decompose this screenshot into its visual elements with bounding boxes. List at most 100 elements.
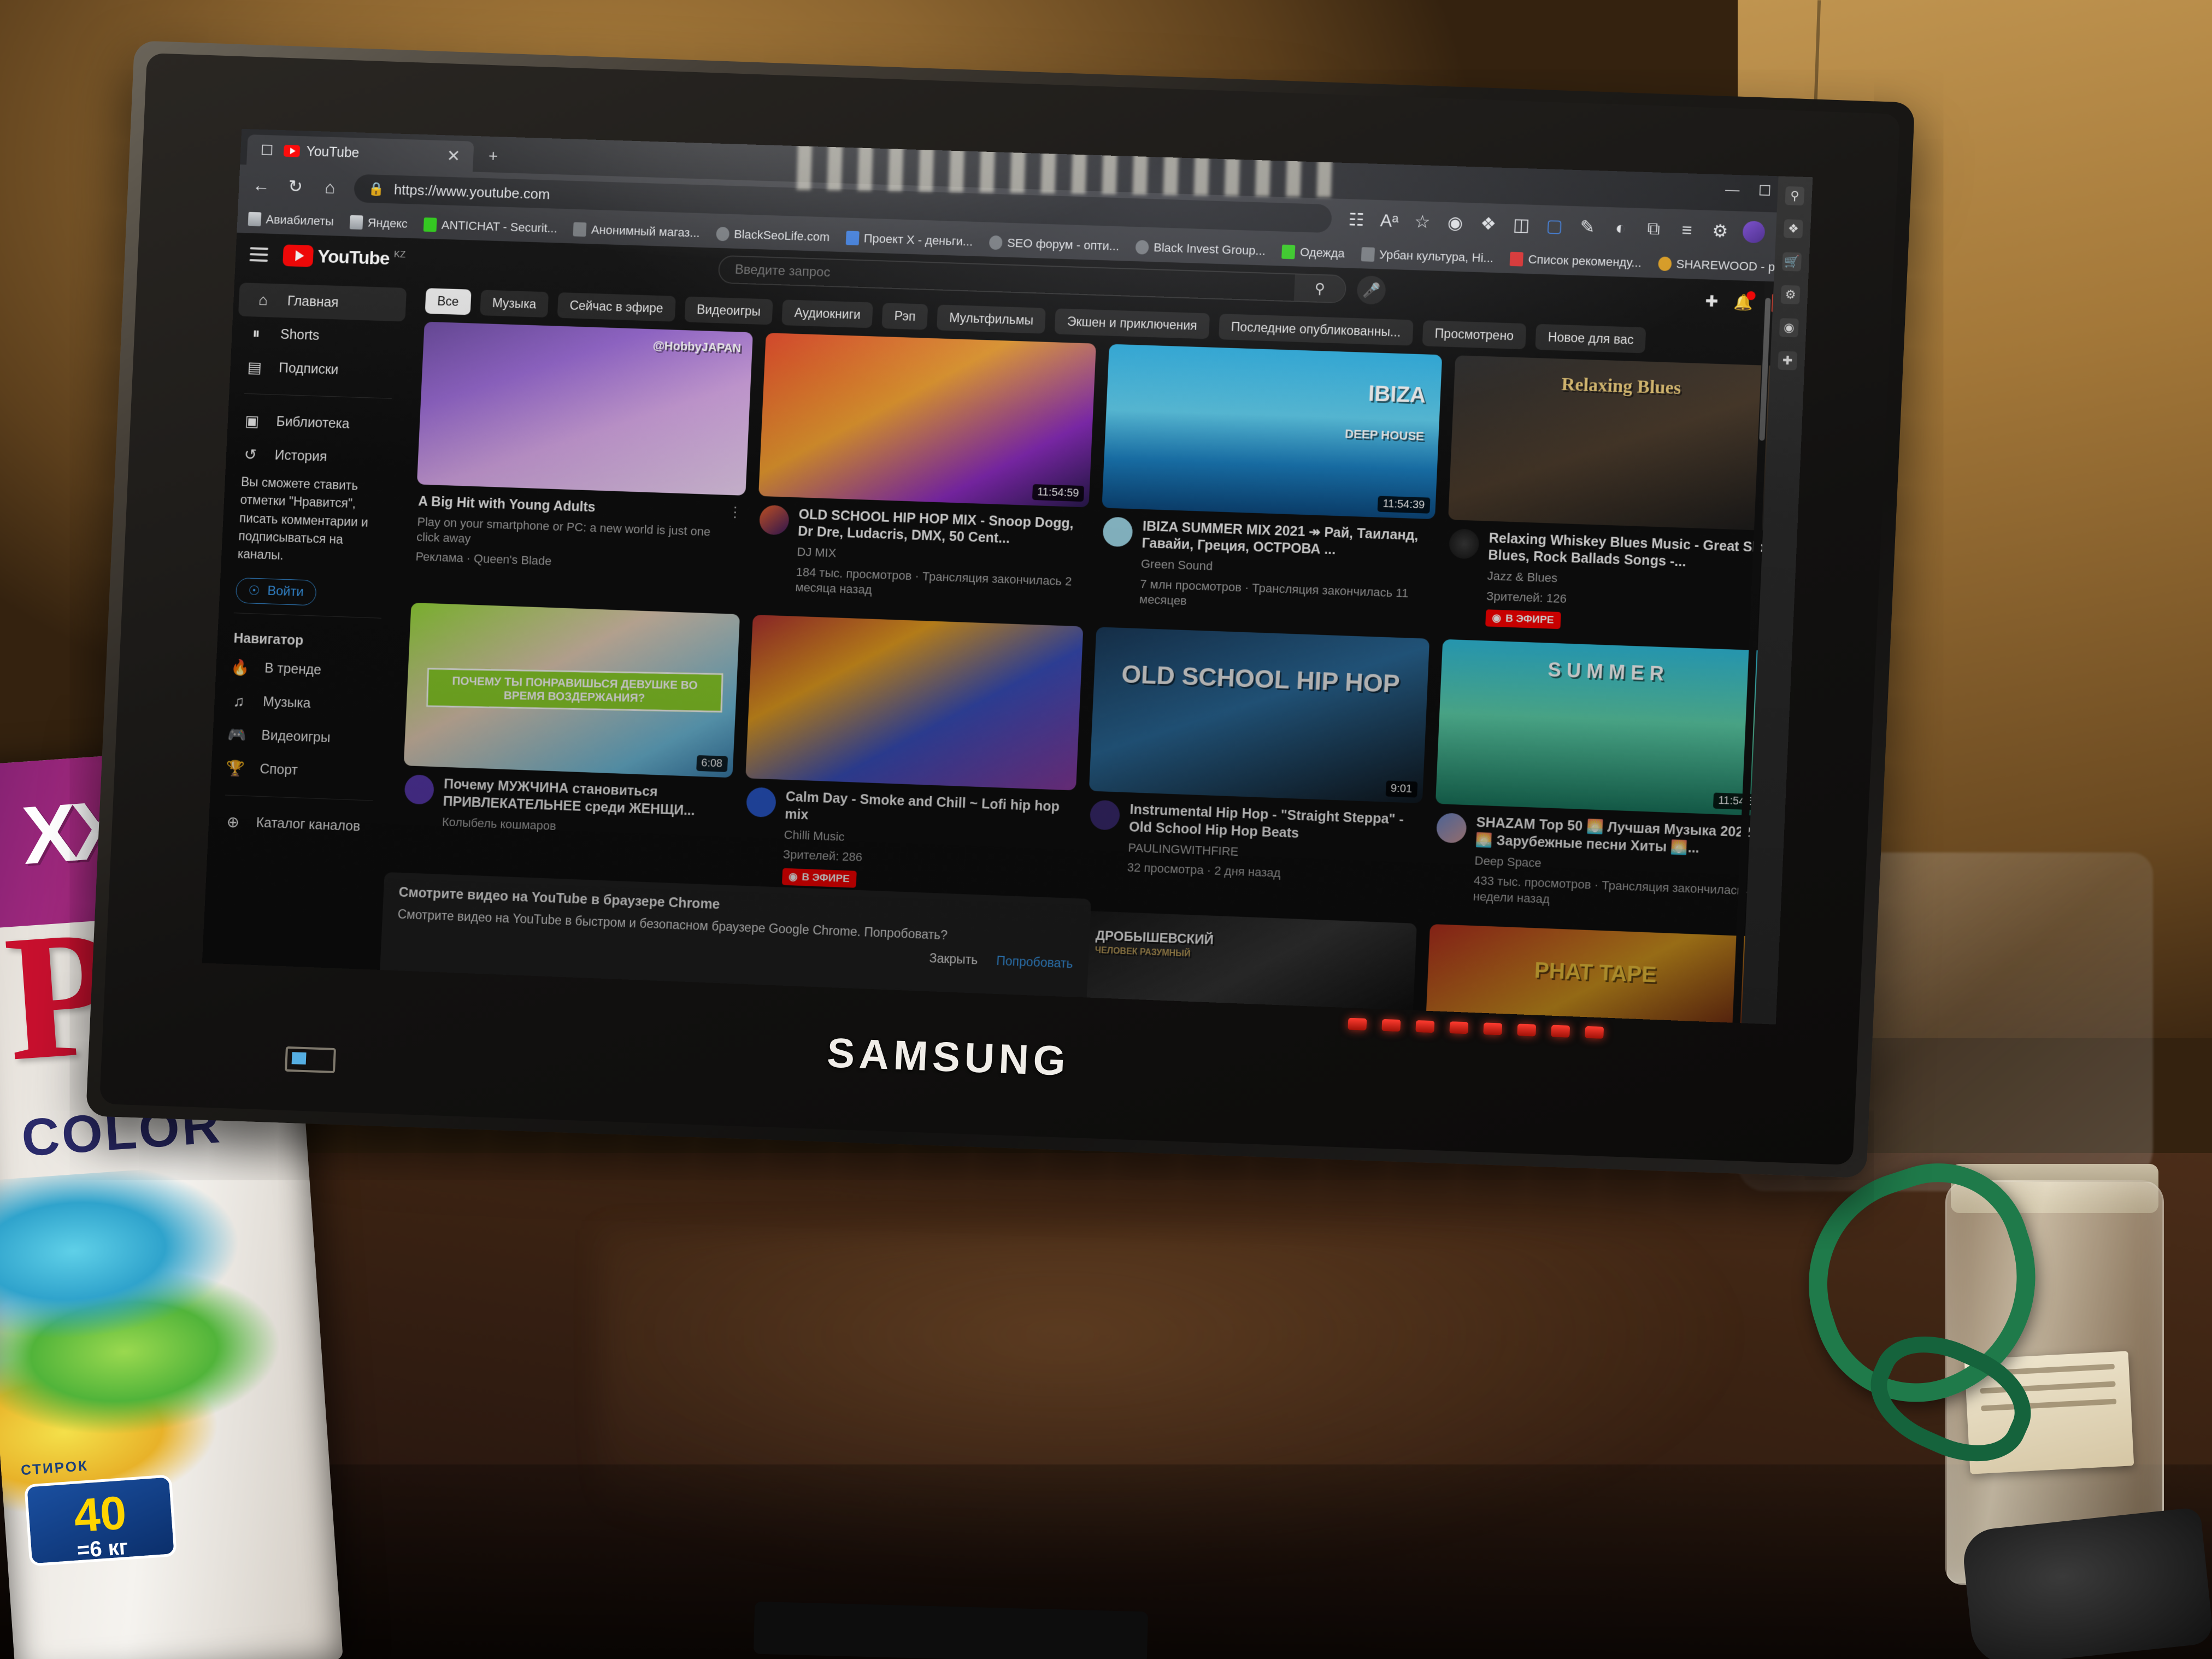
video-thumbnail[interactable]: OLD SCHOOL HIP HOP 9:01 <box>1089 627 1429 804</box>
channel-avatar[interactable] <box>1102 516 1133 547</box>
video-menu-icon[interactable]: ⋮ <box>725 503 743 575</box>
channel-avatar[interactable] <box>1089 799 1121 831</box>
window-maximize-button[interactable]: ☐ <box>1758 182 1772 199</box>
video-thumbnail[interactable]: PHAT TAPE <box>1425 923 1766 1025</box>
pen-icon[interactable]: ✎ <box>1576 216 1598 237</box>
history-icon[interactable]: ≡ <box>1676 219 1698 240</box>
window-minimize-button[interactable]: — <box>1725 181 1740 198</box>
chrome-extension-icon[interactable]: ◉ <box>1444 212 1466 233</box>
video-title[interactable]: Calm Day - Smoke and Chill ~ Lofi hip ho… <box>785 789 1073 833</box>
chip-all[interactable]: Все <box>425 287 472 315</box>
video-card[interactable]: 11:54:59 OLD SCHOOL HIP HOP MIX - Snoop … <box>754 332 1096 613</box>
bookmark-item[interactable]: BlackSeoLife.com <box>715 226 830 244</box>
channel-avatar[interactable] <box>404 774 435 805</box>
sidebar-tools-icon[interactable]: ⚙ <box>1780 285 1801 304</box>
sidebar-item-shorts[interactable]: ⏸ Shorts <box>231 316 410 355</box>
channel-avatar[interactable] <box>745 787 776 818</box>
sidebar-copilot-icon[interactable]: ❖ <box>1783 219 1803 239</box>
video-thumbnail[interactable]: SUMMER 11:54:58 <box>1435 639 1778 816</box>
new-tab-button[interactable]: + <box>483 147 504 166</box>
bookmark-item[interactable]: Одежда <box>1281 244 1345 261</box>
chip-live[interactable]: Сейчас в эфире <box>557 292 676 322</box>
bookmark-item[interactable]: Яндекс <box>349 215 408 231</box>
video-thumbnail[interactable]: ПОЧЕМУ ТЫ ПОНРАВИШЬСЯ ДЕВУШКЕ ВО ВРЕМЯ В… <box>403 603 740 778</box>
video-thumbnail[interactable] <box>745 615 1084 791</box>
sidebar-item-history[interactable]: ↺ История <box>226 437 405 476</box>
bookmark-favicon <box>989 235 1003 250</box>
chip-audiobooks[interactable]: Аудиокниги <box>781 299 873 328</box>
video-card[interactable]: SUMMER 11:54:58 SHAZAM Top 50 🌅 Лучшая М… <box>1431 639 1778 922</box>
bookmark-item[interactable]: ANTICHAT - Securit... <box>423 217 557 236</box>
chip-cartoons[interactable]: Мультфильмы <box>937 304 1046 334</box>
video-title[interactable]: OLD SCHOOL HIP HOP MIX - Snoop Dogg, Dr … <box>797 506 1086 550</box>
bookmark-item[interactable]: Проект X - деньги... <box>845 231 973 249</box>
video-card[interactable]: IBIZA DEEP HOUSE 11:54:39 IBIZA SUMMER M… <box>1097 344 1442 625</box>
split-screen-icon[interactable]: ◫ <box>1510 214 1532 236</box>
video-card[interactable]: PHAT TAPE <box>1425 923 1766 1025</box>
copilot-icon[interactable]: ❖ <box>1478 213 1499 234</box>
chip-new-to-you[interactable]: Новое для вас <box>1535 323 1646 354</box>
bookmark-item[interactable]: Урбан культура, Hi... <box>1361 247 1494 266</box>
chip-recently-uploaded[interactable]: Последние опубликованны... <box>1218 313 1414 346</box>
chip-rap[interactable]: Рэп <box>881 302 928 330</box>
read-aloud-icon[interactable]: Aᵃ <box>1378 210 1400 231</box>
promo-dismiss-button[interactable]: Закрыть <box>929 951 978 967</box>
bookmark-item[interactable]: Список рекоменду... <box>1509 251 1642 270</box>
chip-gaming[interactable]: Видеоигры <box>684 296 773 325</box>
chip-music[interactable]: Музыка <box>479 290 549 317</box>
sidebar-item-library[interactable]: ▣ Библиотека <box>227 403 407 443</box>
bookmark-item[interactable]: Авиабилеты <box>248 211 334 229</box>
video-card[interactable]: ПОЧЕМУ ТЫ ПОНРАВИШЬСЯ ДЕВУШКЕ ВО ВРЕМЯ В… <box>399 603 740 883</box>
sidebar-item-home[interactable]: ⌂ Главная <box>238 283 407 322</box>
sidebar-shopping-icon[interactable]: 🛒 <box>1782 252 1802 272</box>
channel-avatar[interactable] <box>758 504 790 536</box>
back-icon[interactable]: ← <box>250 175 272 196</box>
notifications-icon[interactable]: 🔔 <box>1733 291 1756 311</box>
signin-button[interactable]: ☉ Войти <box>235 577 317 606</box>
bookmark-item[interactable]: Анонимный магаз... <box>573 222 700 240</box>
sidebar-item-sports[interactable]: 🏆 Спорт <box>210 751 390 791</box>
video-title[interactable]: SHAZAM Top 50 🌅 Лучшая Музыка 2022 🌅 Зар… <box>1475 814 1768 860</box>
video-card[interactable]: OLD SCHOOL HIP HOP 9:01 Instrumental Hip… <box>1084 627 1429 909</box>
promo-accept-button[interactable]: Попробовать <box>996 954 1073 971</box>
video-card[interactable]: Calm Day - Smoke and Chill ~ Lofi hip ho… <box>740 615 1084 896</box>
video-title[interactable]: Relaxing Whiskey Blues Music - Great Slo… <box>1488 530 1780 574</box>
reload-icon[interactable]: ↻ <box>285 176 306 197</box>
channel-avatar[interactable] <box>1448 528 1480 559</box>
search-icon[interactable]: ⚲ <box>1294 274 1346 303</box>
sidebar-item-channel-catalog[interactable]: ⊕ Каталог каналов <box>208 804 387 845</box>
sidebar-games-icon[interactable]: ◉ <box>1779 318 1799 338</box>
video-thumbnail[interactable]: IBIZA DEEP HOUSE 11:54:39 <box>1102 344 1442 519</box>
microphone-icon[interactable]: 🎤 <box>1356 275 1387 305</box>
channel-avatar[interactable] <box>1436 813 1467 844</box>
sidebar-search-icon[interactable]: ⚲ <box>1785 186 1805 206</box>
profile-avatar[interactable] <box>1742 220 1766 244</box>
home-icon[interactable]: ⌂ <box>319 177 340 198</box>
favorites-icon[interactable]: ☆ <box>1411 211 1433 232</box>
video-card[interactable]: @HobbyJAPAN A Big Hit with Young Adults … <box>412 321 753 600</box>
video-title[interactable]: Instrumental Hip Hop - "Straight Steppa"… <box>1128 802 1419 846</box>
bookmark-item[interactable]: Black Invest Group... <box>1135 240 1266 258</box>
bookmark-item[interactable]: SEO форум - опти... <box>989 235 1120 254</box>
video-thumbnail[interactable]: @HobbyJAPAN <box>416 321 753 496</box>
search-input[interactable] <box>719 261 1295 296</box>
chip-watched[interactable]: Просмотрено <box>1422 320 1527 350</box>
youtube-logo[interactable]: YouTube KZ <box>283 244 406 270</box>
video-title[interactable]: IBIZA SUMMER MIX 2021 ↠ Рай, Таиланд, Га… <box>1142 518 1432 562</box>
gamepad-icon: 🎮 <box>227 726 247 744</box>
chip-action-adventure[interactable]: Экшен и приключения <box>1054 308 1210 339</box>
browser-essentials-icon[interactable]: ◐ <box>1610 217 1632 238</box>
tab-close-icon[interactable]: ✕ <box>441 146 466 166</box>
extensions-icon[interactable]: ⧉ <box>1643 218 1664 239</box>
hamburger-icon[interactable] <box>249 247 269 262</box>
create-video-icon[interactable]: ✚ <box>1705 292 1719 310</box>
video-thumbnail[interactable]: Relaxing Blues <box>1448 355 1790 531</box>
sidebar-add-icon[interactable]: ✚ <box>1778 351 1798 370</box>
video-thumbnail[interactable]: 11:54:59 <box>758 332 1096 508</box>
new-badge-icon[interactable]: ▢ <box>1544 215 1566 236</box>
settings-icon[interactable]: ⚙ <box>1709 220 1731 242</box>
video-card[interactable]: Relaxing Blues Relaxing Whiskey Blues Mu… <box>1443 355 1790 637</box>
collections-icon[interactable]: ☷ <box>1345 209 1367 230</box>
video-title[interactable]: Почему МУЖЧИНА становиться ПРИВЛЕКАТЕЛЬН… <box>443 776 730 821</box>
sidebar-item-subscriptions[interactable]: ▤ Подписки <box>230 350 409 389</box>
